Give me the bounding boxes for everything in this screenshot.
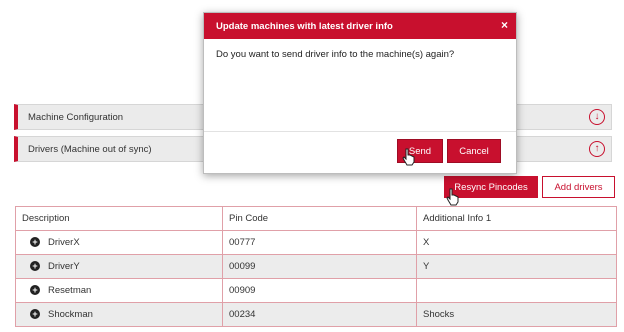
hand-cursor-icon — [446, 188, 459, 206]
expand-plus-icon[interactable]: + — [30, 309, 40, 320]
cancel-button[interactable]: Cancel — [447, 139, 501, 163]
table-row[interactable]: + Resetman 00909 — [15, 278, 617, 303]
pin-code-cell: 00234 — [222, 302, 417, 327]
update-machines-dialog: Update machines with latest driver info … — [203, 12, 517, 174]
expand-plus-icon[interactable]: + — [30, 261, 40, 272]
description-cell: + DriverY — [15, 254, 223, 279]
dialog-header: Update machines with latest driver info … — [204, 13, 516, 39]
table-row[interactable]: + DriverX 00777 X — [15, 230, 617, 255]
description-cell: + Resetman — [15, 278, 223, 303]
pin-code-cell: 00777 — [222, 230, 417, 255]
driver-name: DriverY — [48, 261, 80, 272]
table-header-row: Description Pin Code Additional Info 1 — [15, 206, 617, 231]
description-cell: + DriverX — [15, 230, 223, 255]
expand-plus-icon[interactable]: + — [30, 285, 40, 296]
description-cell: + Shockman — [15, 302, 223, 327]
drivers-panel-label: Drivers (Machine out of sync) — [28, 144, 152, 155]
expand-plus-icon[interactable]: + — [30, 237, 40, 248]
additional-info-cell: Y — [416, 254, 617, 279]
column-header-additional-info[interactable]: Additional Info 1 — [416, 206, 617, 231]
driver-name: Resetman — [48, 285, 92, 296]
additional-info-cell — [416, 278, 617, 303]
driver-name: DriverX — [48, 237, 80, 248]
machine-configuration-label: Machine Configuration — [28, 112, 124, 123]
dialog-message: Do you want to send driver info to the m… — [216, 49, 455, 60]
close-icon[interactable]: × — [501, 18, 508, 32]
dialog-title: Update machines with latest driver info — [216, 21, 393, 32]
table-row[interactable]: + DriverY 00099 Y — [15, 254, 617, 279]
dialog-divider — [204, 131, 516, 132]
pin-code-cell: 00099 — [222, 254, 417, 279]
add-drivers-button[interactable]: Add drivers — [542, 176, 615, 198]
arrow-up-circle-icon[interactable]: ↑ — [589, 141, 605, 157]
pin-code-cell: 00909 — [222, 278, 417, 303]
additional-info-cell: Shocks — [416, 302, 617, 327]
table-row[interactable]: + Shockman 00234 Shocks — [15, 302, 617, 327]
drivers-table: Description Pin Code Additional Info 1 +… — [15, 206, 617, 327]
column-header-pin-code[interactable]: Pin Code — [222, 206, 417, 231]
additional-info-cell: X — [416, 230, 617, 255]
column-header-description[interactable]: Description — [15, 206, 223, 231]
driver-name: Shockman — [48, 309, 93, 320]
hand-cursor-icon — [402, 148, 415, 166]
arrow-down-circle-icon[interactable]: ↓ — [589, 109, 605, 125]
